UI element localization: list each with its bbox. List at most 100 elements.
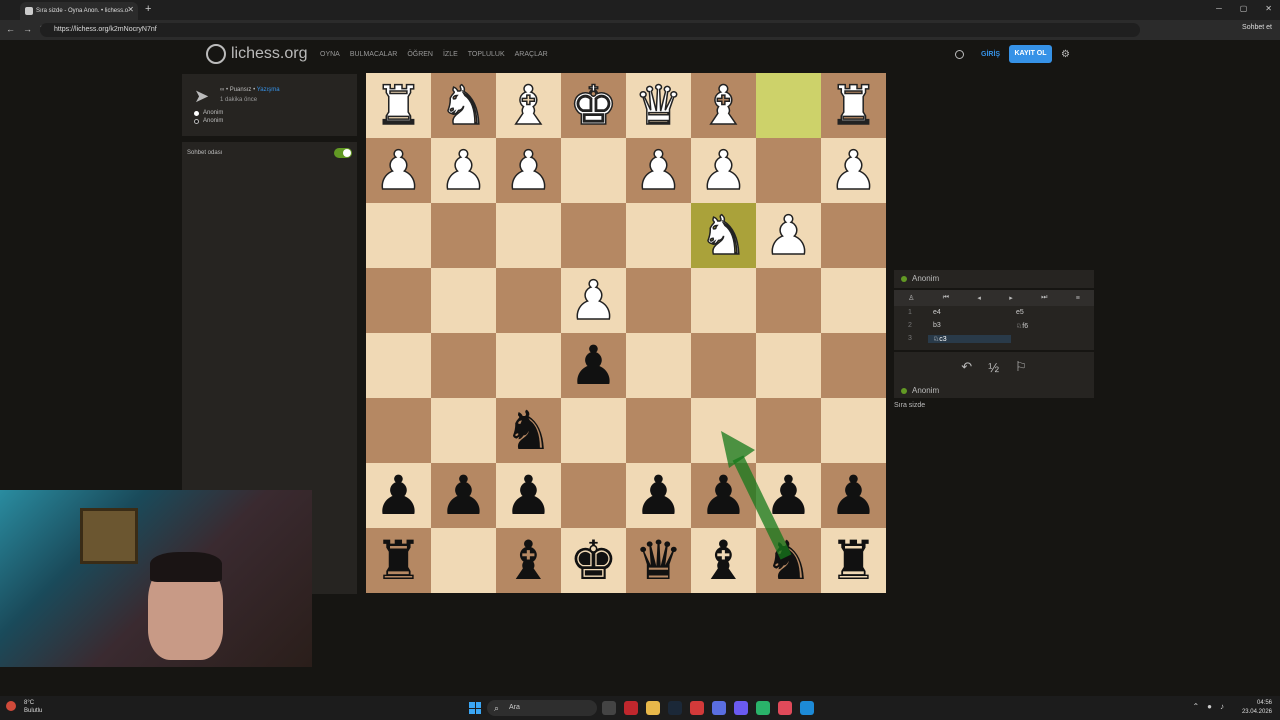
next-move-icon[interactable]: ▸	[1009, 294, 1013, 302]
board-square[interactable]	[496, 203, 561, 268]
signup-button[interactable]: KAYIT OL	[1009, 45, 1052, 63]
board-square[interactable]	[626, 333, 691, 398]
board-square[interactable]: ♚	[561, 528, 626, 593]
board-square[interactable]	[821, 398, 886, 463]
menu-icon[interactable]: ≡	[1076, 295, 1080, 302]
white-knight-icon[interactable]: ♞	[439, 77, 489, 133]
black-pawn-icon[interactable]: ♟	[439, 468, 487, 523]
login-link[interactable]: GİRİŞ	[981, 51, 1000, 58]
board-square[interactable]: ♟	[431, 138, 496, 203]
board-square[interactable]	[561, 203, 626, 268]
black-rook-icon[interactable]: ♜	[829, 533, 877, 588]
board-square[interactable]	[496, 333, 561, 398]
board-square[interactable]: ♚	[561, 73, 626, 138]
white-move-active[interactable]: ♘c3	[928, 334, 1011, 343]
board-square[interactable]: ♟	[431, 463, 496, 528]
variant-link[interactable]: Yazışma	[257, 87, 280, 93]
board-square[interactable]: ♟	[691, 463, 756, 528]
black-queen-icon[interactable]: ♛	[634, 533, 682, 588]
black-bishop-icon[interactable]: ♝	[699, 533, 747, 588]
minimize-icon[interactable]: ─	[1216, 4, 1222, 13]
board-square[interactable]	[431, 203, 496, 268]
black-pawn-icon[interactable]: ♟	[699, 468, 747, 523]
board-square[interactable]	[821, 268, 886, 333]
tray-chevron-icon[interactable]: ⌃	[1192, 702, 1199, 711]
board-square[interactable]: ♟	[691, 138, 756, 203]
board-square[interactable]	[626, 203, 691, 268]
board-square[interactable]: ♝	[691, 528, 756, 593]
task-view-icon[interactable]	[602, 701, 616, 715]
board-square[interactable]	[691, 268, 756, 333]
windows-start-icon[interactable]	[469, 702, 481, 714]
chat-assistant-button[interactable]: Sohbet et	[1242, 24, 1272, 31]
board-square[interactable]	[431, 333, 496, 398]
maximize-icon[interactable]: ▢	[1240, 4, 1248, 13]
board-square[interactable]: ♟	[561, 333, 626, 398]
flip-board-icon[interactable]: ♙	[908, 294, 914, 302]
board-square[interactable]	[756, 333, 821, 398]
browser-tab[interactable]: Sıra sizde - Oyna Anon. • lichess.o ✕	[20, 2, 138, 20]
nav-item-araclar[interactable]: ARAÇLAR	[515, 51, 548, 58]
board-square[interactable]	[756, 398, 821, 463]
prev-move-icon[interactable]: ◂	[977, 294, 981, 302]
offer-draw-icon[interactable]: ½	[988, 360, 999, 375]
settings-app-icon[interactable]	[712, 701, 726, 715]
gear-icon[interactable]: ⚙	[1061, 49, 1070, 60]
chat-toggle[interactable]	[334, 148, 352, 158]
app-icon[interactable]	[778, 701, 792, 715]
black-pawn-icon[interactable]: ♟	[764, 468, 812, 523]
board-square[interactable]: ♟	[821, 463, 886, 528]
close-tab-icon[interactable]: ✕	[127, 5, 134, 14]
board-square[interactable]	[561, 398, 626, 463]
search-icon[interactable]	[955, 50, 964, 59]
nav-item-oyna[interactable]: OYNA	[320, 51, 340, 58]
white-move[interactable]: e4	[928, 309, 1011, 316]
board-square[interactable]: ♛	[626, 73, 691, 138]
black-move[interactable]: ♘f6	[1011, 322, 1094, 330]
url-field[interactable]: https://lichess.org/k2mNocryN7nf	[40, 23, 1140, 37]
board-square[interactable]	[366, 333, 431, 398]
board-square[interactable]	[366, 398, 431, 463]
board-square[interactable]: ♜	[821, 73, 886, 138]
opera-icon[interactable]	[624, 701, 638, 715]
site-brand[interactable]: lichess.org	[231, 45, 307, 63]
board-square[interactable]	[756, 138, 821, 203]
black-rook-icon[interactable]: ♜	[374, 533, 422, 588]
board-square[interactable]: ♟	[756, 203, 821, 268]
lichess-logo-icon[interactable]	[206, 44, 226, 64]
white-rook-icon[interactable]: ♜	[374, 77, 424, 133]
black-king-icon[interactable]: ♚	[569, 533, 617, 588]
new-tab-button[interactable]: +	[145, 3, 151, 15]
taskbar-search[interactable]: Ara	[487, 700, 597, 716]
microphone-icon[interactable]: ●	[1207, 702, 1212, 711]
board-square[interactable]: ♟	[366, 138, 431, 203]
close-window-icon[interactable]: ✕	[1265, 4, 1272, 13]
board-square[interactable]	[496, 268, 561, 333]
white-rook-icon[interactable]: ♜	[829, 77, 879, 133]
file-explorer-icon[interactable]	[646, 701, 660, 715]
board-square[interactable]	[691, 398, 756, 463]
white-pawn-icon[interactable]: ♟	[374, 142, 424, 198]
board-square[interactable]	[366, 203, 431, 268]
board-square[interactable]: ♜	[366, 73, 431, 138]
black-pawn-icon[interactable]: ♟	[829, 468, 877, 523]
board-square[interactable]: ♟	[496, 138, 561, 203]
steam-icon[interactable]	[668, 701, 682, 715]
nav-item-topluluk[interactable]: TOPLULUK	[468, 51, 505, 58]
black-pawn-icon[interactable]: ♟	[634, 468, 682, 523]
black-move[interactable]: e5	[1011, 309, 1094, 316]
board-square[interactable]	[431, 268, 496, 333]
board-square[interactable]: ♟	[821, 138, 886, 203]
board-square[interactable]	[431, 528, 496, 593]
weather-widget[interactable]: 8°C Bulutlu	[6, 699, 42, 715]
first-move-icon[interactable]: ⏮	[943, 294, 949, 302]
volume-icon[interactable]: ♪	[1220, 702, 1224, 711]
white-bishop-icon[interactable]: ♝	[504, 77, 554, 133]
black-pawn-icon[interactable]: ♟	[569, 338, 617, 393]
resign-flag-icon[interactable]: ⚐	[1015, 359, 1027, 375]
white-pawn-icon[interactable]: ♟	[569, 272, 619, 328]
black-pawn-icon[interactable]: ♟	[504, 468, 552, 523]
discord-icon[interactable]	[734, 701, 748, 715]
board-square[interactable]	[821, 333, 886, 398]
white-pawn-icon[interactable]: ♟	[504, 142, 554, 198]
